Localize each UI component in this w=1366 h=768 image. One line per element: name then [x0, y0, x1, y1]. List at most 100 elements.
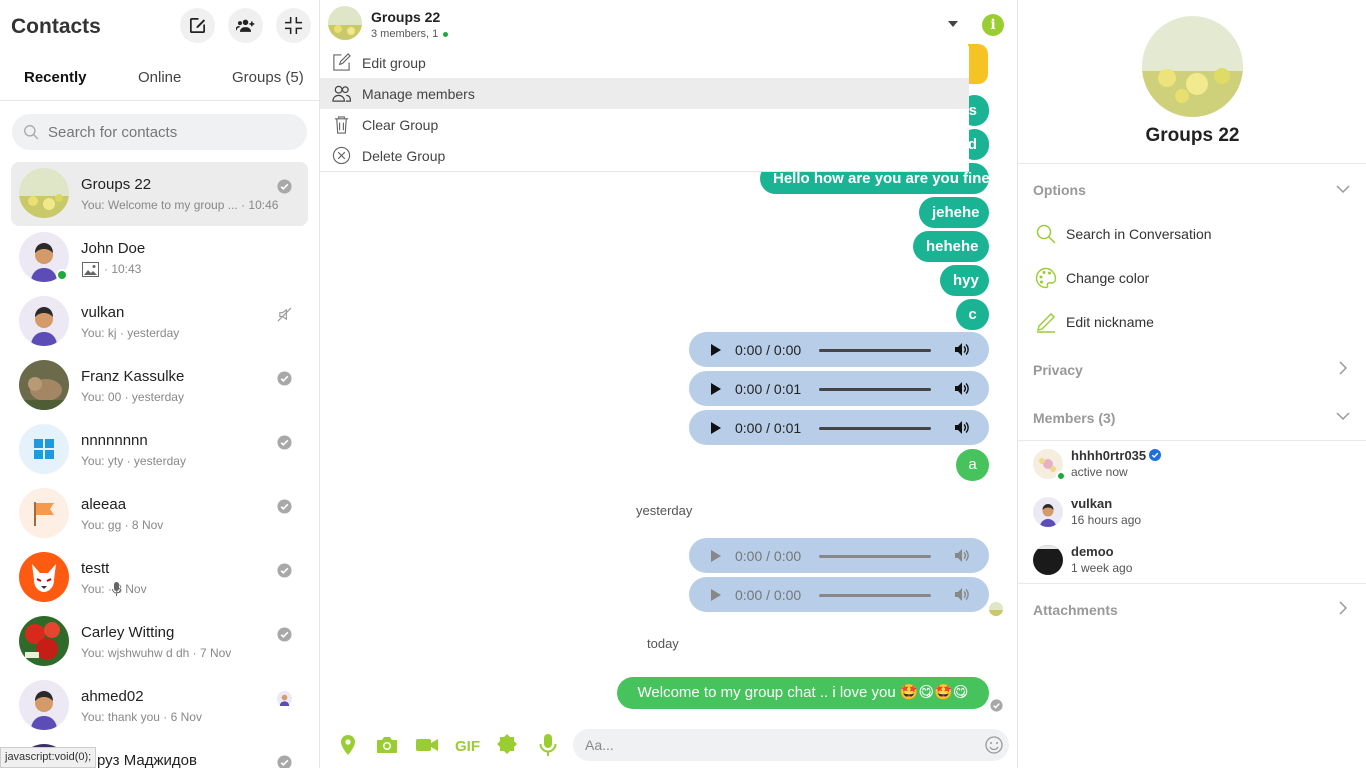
collapse-icon	[284, 16, 303, 35]
contact-name: руз Маджидов	[97, 752, 197, 768]
volume-icon[interactable]	[954, 548, 970, 563]
contact-franz-kassulke[interactable]: Franz Kassulke You: 00 · yesterday	[11, 354, 308, 418]
online-indicator	[1056, 471, 1066, 481]
contact-nnnnnnnn[interactable]: nnnnnnnn You: yty · yesterday	[11, 418, 308, 482]
message-bubble: Welcome to my group chat .. i love you 🤩…	[617, 677, 989, 709]
volume-icon[interactable]	[954, 342, 970, 357]
member-item[interactable]: demoo 1 week ago	[1033, 540, 1353, 584]
location-icon[interactable]	[336, 733, 360, 757]
member-item[interactable]: vulkan 16 hours ago	[1033, 492, 1353, 536]
message-placeholder: Aa...	[585, 737, 614, 753]
option-label: Search in Conversation	[1066, 226, 1212, 242]
palette-icon	[1035, 267, 1057, 289]
tab-recently[interactable]: Recently	[24, 69, 87, 86]
play-icon[interactable]	[711, 422, 721, 434]
avatar	[19, 360, 69, 410]
message-input[interactable]: Aa...	[573, 729, 1009, 761]
contacts-sidebar: Contacts Recently Online Groups (5) Sear…	[0, 0, 320, 768]
contact-name: ahmed02	[81, 688, 144, 705]
play-icon[interactable]	[711, 550, 721, 562]
play-icon[interactable]	[711, 589, 721, 601]
menu-item-manage-members[interactable]: Manage members	[320, 78, 969, 109]
contact-preview: You: wjshwuhw d dh · 7 Nov	[81, 646, 232, 660]
menu-item-clear-group[interactable]: Clear Group	[320, 109, 969, 140]
day-separator: yesterday	[636, 503, 693, 518]
online-indicator	[56, 269, 68, 281]
volume-icon[interactable]	[954, 381, 970, 396]
add-users-icon	[236, 19, 255, 32]
contact-name: vulkan	[81, 304, 125, 321]
audio-progress[interactable]	[819, 594, 931, 597]
info-icon[interactable]: i	[982, 14, 1004, 36]
member-status: 1 week ago	[1071, 561, 1133, 575]
audio-player[interactable]: 0:00 / 0:00	[689, 538, 989, 573]
contact-groups-22[interactable]: Groups 22 You: Welcome to my group ... ·…	[11, 162, 308, 226]
audio-progress[interactable]	[819, 349, 931, 352]
tab-groups[interactable]: Groups (5)	[232, 69, 304, 86]
volume-icon[interactable]	[954, 587, 970, 602]
chevron-right-icon[interactable]	[1336, 361, 1350, 375]
chevron-down-icon[interactable]	[947, 20, 959, 28]
option-search-in-conversation[interactable]: Search in Conversation	[1033, 219, 1333, 249]
group-avatar[interactable]	[328, 6, 362, 40]
conversation-info-panel: Groups 22 Options Search in Conversation…	[1017, 0, 1366, 768]
avatar	[19, 616, 69, 666]
emoji-icon[interactable]	[985, 736, 1003, 754]
divider	[1018, 163, 1366, 164]
camera-icon[interactable]	[375, 733, 399, 757]
contact-preview: You: thank you · 6 Nov	[81, 710, 202, 724]
create-group-button[interactable]	[228, 8, 263, 43]
section-options[interactable]: Options	[1033, 182, 1086, 198]
status-bar-tooltip: javascript:void(0);	[0, 747, 97, 768]
menu-item-delete-group[interactable]: Delete Group	[320, 140, 969, 171]
contact-testt[interactable]: testt You: · 8 Nov	[11, 546, 308, 610]
option-change-color[interactable]: Change color	[1033, 263, 1333, 293]
video-icon[interactable]	[415, 733, 439, 757]
emoji-message-partial	[968, 44, 988, 84]
audio-progress[interactable]	[819, 427, 931, 430]
audio-player[interactable]: 0:00 / 0:01	[689, 371, 989, 406]
sticker-icon[interactable]	[495, 733, 519, 757]
gif-icon[interactable]: GIF	[455, 733, 481, 757]
new-message-button[interactable]	[180, 8, 215, 43]
contact-preview: You: 00 · yesterday	[81, 390, 184, 404]
section-attachments[interactable]: Attachments	[1033, 602, 1118, 618]
option-edit-nickname[interactable]: Edit nickname	[1033, 307, 1333, 337]
message-bubble: hehehe	[913, 231, 989, 262]
menu-item-edit-group[interactable]: Edit group	[320, 47, 969, 78]
message-bubble: hyy	[940, 265, 989, 296]
volume-icon[interactable]	[954, 420, 970, 435]
play-icon[interactable]	[711, 344, 721, 356]
section-members[interactable]: Members (3)	[1033, 410, 1115, 426]
audio-progress[interactable]	[819, 555, 931, 558]
chevron-down-icon[interactable]	[1336, 409, 1350, 423]
read-check-icon	[277, 371, 292, 386]
tab-online[interactable]: Online	[138, 69, 181, 86]
read-check-icon	[277, 755, 292, 768]
audio-player[interactable]: 0:00 / 0:01	[689, 410, 989, 445]
contact-aleeaa[interactable]: aleeaa You: gg · 8 Nov	[11, 482, 308, 546]
contact-search-input[interactable]: Search for contacts	[12, 114, 307, 150]
search-icon	[1036, 224, 1056, 244]
edit-icon	[333, 53, 351, 71]
contact-ahmed02[interactable]: ahmed02 You: thank you · 6 Nov	[11, 674, 308, 738]
read-check-icon	[277, 627, 292, 642]
member-item[interactable]: hhhh0rtr035 active now	[1033, 444, 1353, 488]
chevron-right-icon[interactable]	[1336, 601, 1350, 615]
section-privacy[interactable]: Privacy	[1033, 362, 1083, 378]
audio-progress[interactable]	[819, 388, 931, 391]
audio-player[interactable]: 0:00 / 0:00	[689, 332, 989, 367]
member-name: demoo	[1071, 544, 1114, 559]
message-bubble: c	[956, 299, 989, 330]
collapse-button[interactable]	[276, 8, 311, 43]
message-bubble: a	[956, 449, 989, 481]
search-icon	[24, 125, 39, 140]
audio-player[interactable]: 0:00 / 0:00	[689, 577, 989, 612]
read-check-icon	[277, 179, 292, 194]
contact-vulkan[interactable]: vulkan You: kj · yesterday	[11, 290, 308, 354]
contact-carley-witting[interactable]: Carley Witting You: wjshwuhw d dh · 7 No…	[11, 610, 308, 674]
contact-john-doe[interactable]: John Doe · 10:43	[11, 226, 308, 290]
play-icon[interactable]	[711, 383, 721, 395]
microphone-icon[interactable]	[536, 733, 560, 757]
chevron-down-icon[interactable]	[1336, 182, 1350, 196]
